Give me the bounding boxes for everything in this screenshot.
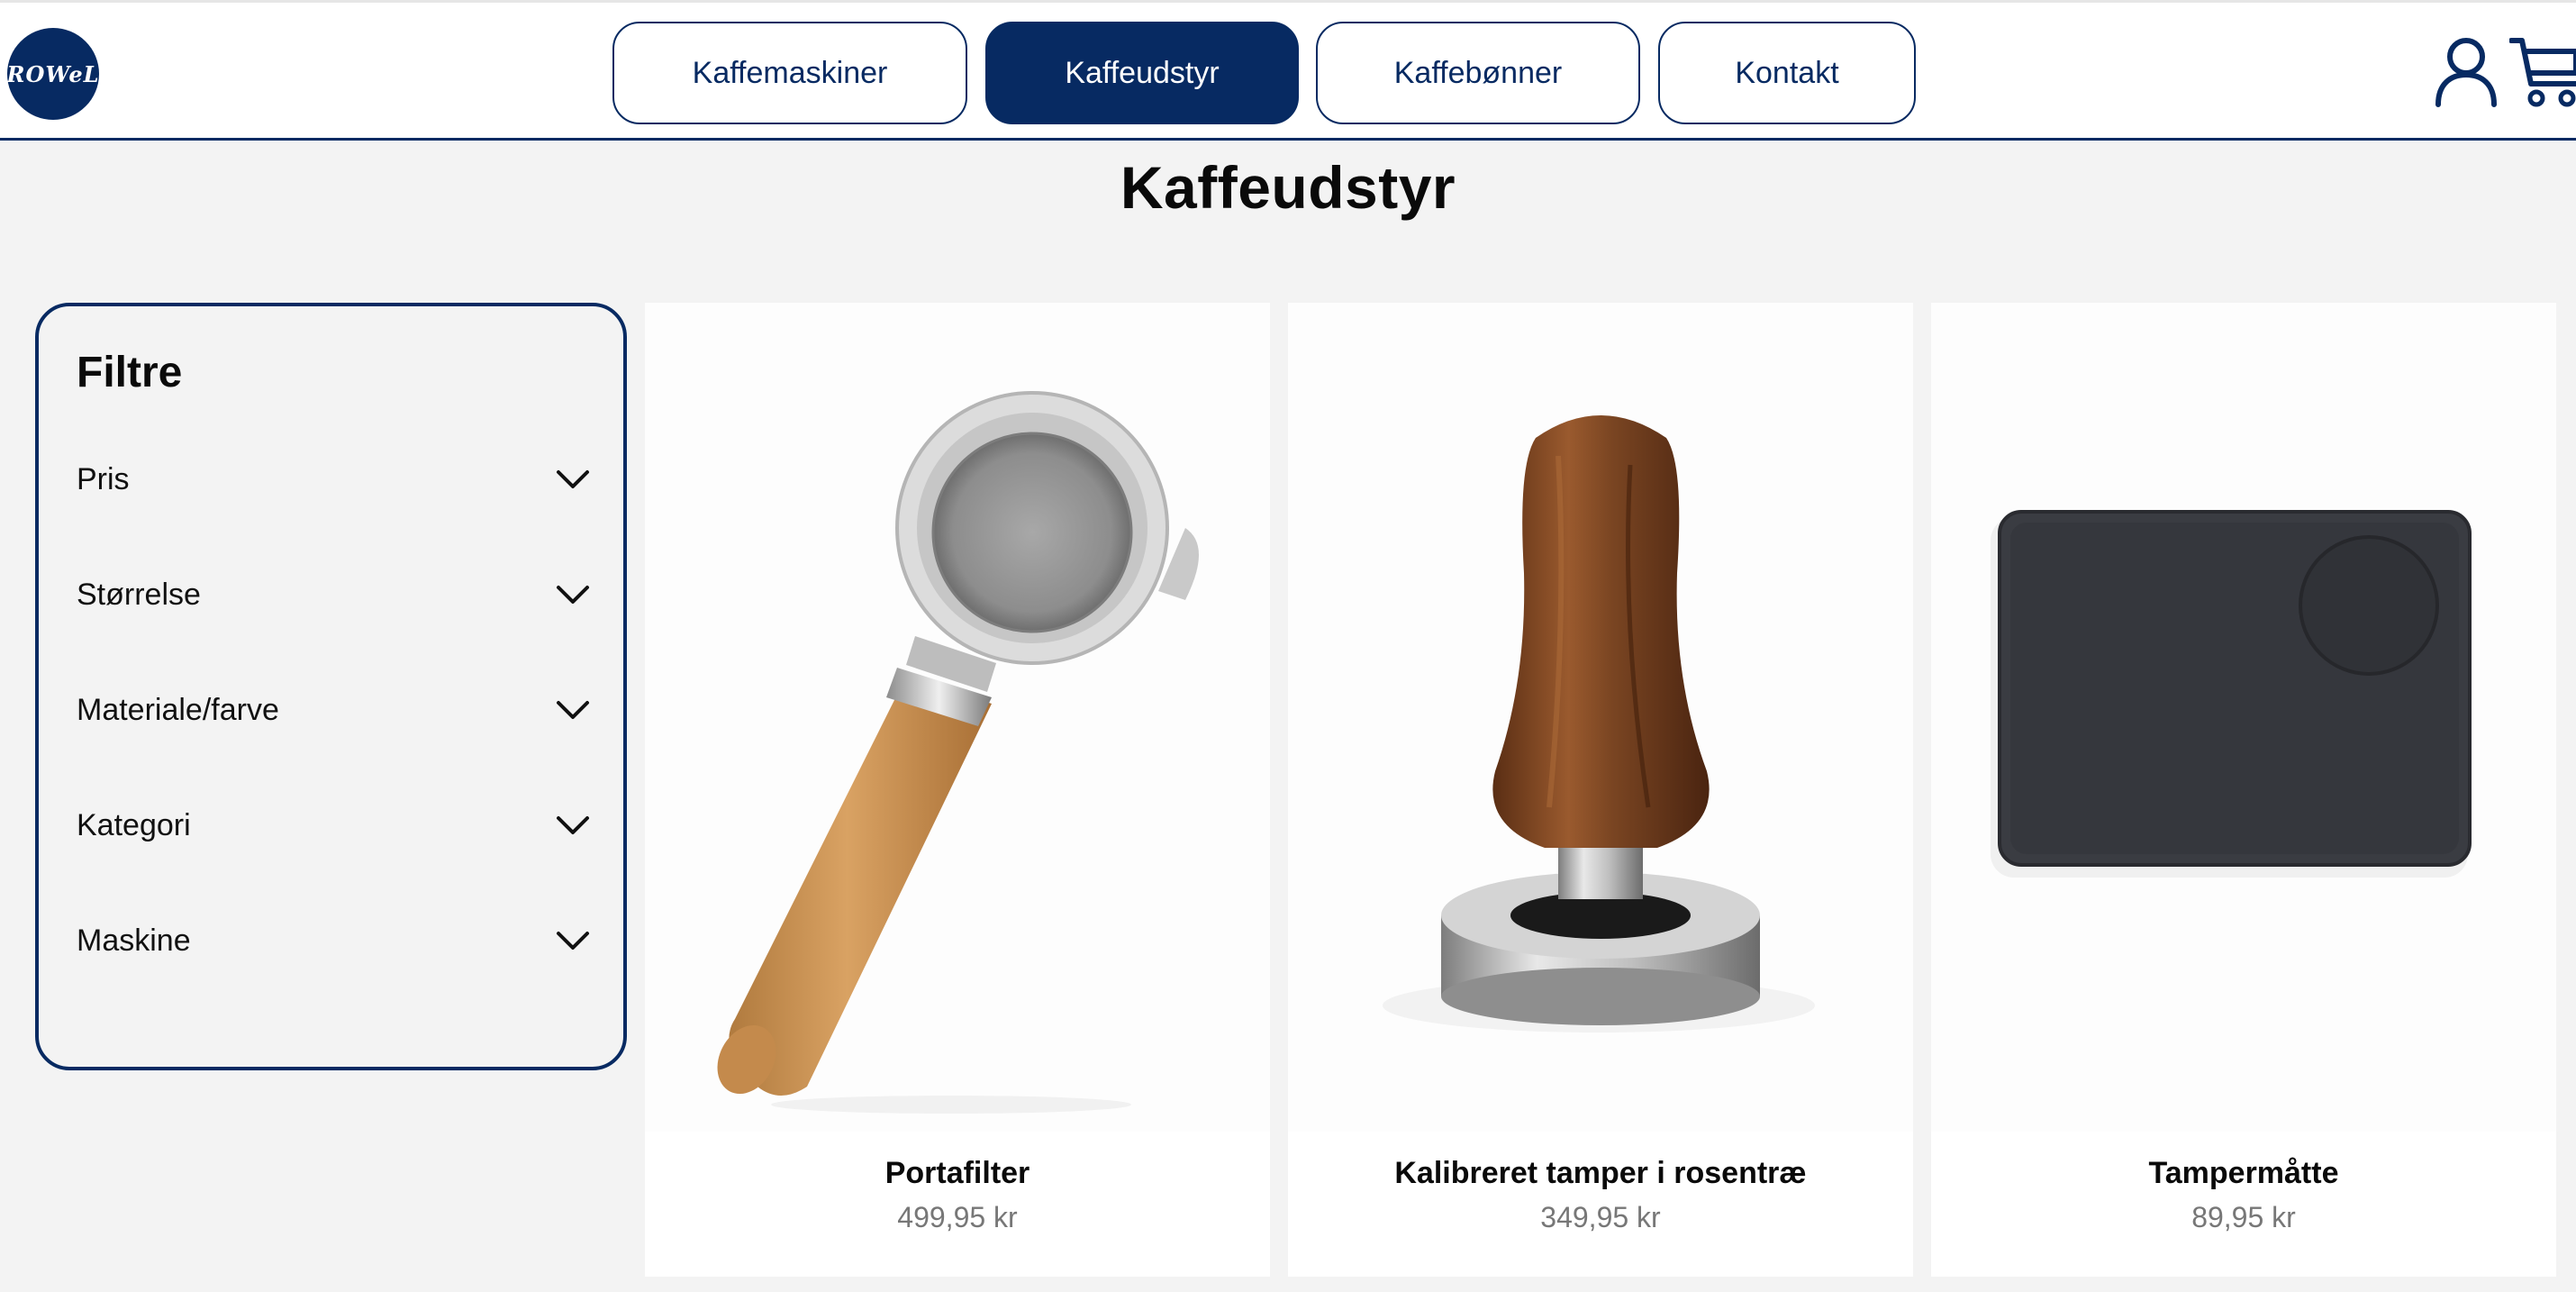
product-card[interactable]: Kalibreret tamper i rosentræ 349,95 kr bbox=[1288, 303, 1913, 1277]
chevron-down-icon bbox=[557, 701, 589, 719]
chevron-down-icon bbox=[557, 932, 589, 950]
portafilter-image[interactable] bbox=[645, 303, 1270, 1132]
nav-kaffemaskiner[interactable]: Kaffemaskiner bbox=[612, 22, 967, 124]
logo[interactable]: ROWeL bbox=[7, 28, 99, 120]
filter-pris[interactable]: Pris bbox=[77, 452, 590, 506]
product-card[interactable]: Portafilter 499,95 kr bbox=[645, 303, 1270, 1277]
filter-panel: Filtre Pris Størrelse Materiale/farve Ka… bbox=[35, 303, 627, 1070]
filter-maskine[interactable]: Maskine bbox=[77, 914, 590, 968]
product-name[interactable]: Portafilter bbox=[645, 1156, 1270, 1191]
chevron-down-icon bbox=[557, 586, 589, 604]
filter-label: Kategori bbox=[77, 807, 191, 842]
tamper-mat-image[interactable] bbox=[1931, 303, 2556, 1132]
tamper-image[interactable] bbox=[1288, 303, 1913, 1132]
page-title: Kaffeudstyr bbox=[1120, 154, 1456, 221]
product-name[interactable]: Kalibreret tamper i rosentræ bbox=[1288, 1156, 1913, 1191]
user-icon[interactable] bbox=[2434, 35, 2499, 107]
nav-label: Kontakt bbox=[1735, 55, 1839, 90]
filter-materiale-farve[interactable]: Materiale/farve bbox=[77, 683, 590, 737]
filter-kategori[interactable]: Kategori bbox=[77, 798, 590, 852]
nav-label: Kaffebønner bbox=[1393, 55, 1563, 90]
product-card[interactable]: Tampermåtte 89,95 kr bbox=[1931, 303, 2556, 1277]
cart-icon[interactable] bbox=[2508, 33, 2576, 109]
chevron-down-icon bbox=[557, 470, 589, 488]
nav-label: Kaffemaskiner bbox=[692, 55, 888, 90]
nav-label: Kaffeudstyr bbox=[1065, 55, 1220, 90]
chevron-down-icon bbox=[557, 816, 589, 834]
filter-label: Størrelse bbox=[77, 577, 201, 612]
nav-kaffeudstyr[interactable]: Kaffeudstyr bbox=[985, 22, 1299, 124]
nav-kaffebonner[interactable]: Kaffebønner bbox=[1316, 22, 1640, 124]
nav-kontakt[interactable]: Kontakt bbox=[1658, 22, 1916, 124]
filter-panel-title: Filtre bbox=[77, 349, 183, 396]
filter-label: Maskine bbox=[77, 923, 191, 958]
product-price: 89,95 kr bbox=[2191, 1201, 2296, 1233]
site-header: ROWeL Kaffemaskiner Kaffeudstyr Kaffebøn… bbox=[0, 0, 2576, 141]
logo-text: ROWeL bbox=[6, 60, 100, 87]
product-name[interactable]: Tampermåtte bbox=[1931, 1156, 2556, 1191]
product-price: 349,95 kr bbox=[1540, 1201, 1661, 1233]
filter-label: Materiale/farve bbox=[77, 692, 279, 727]
product-price: 499,95 kr bbox=[897, 1201, 1018, 1233]
filter-storrelse[interactable]: Størrelse bbox=[77, 568, 590, 622]
filter-label: Pris bbox=[77, 461, 130, 496]
